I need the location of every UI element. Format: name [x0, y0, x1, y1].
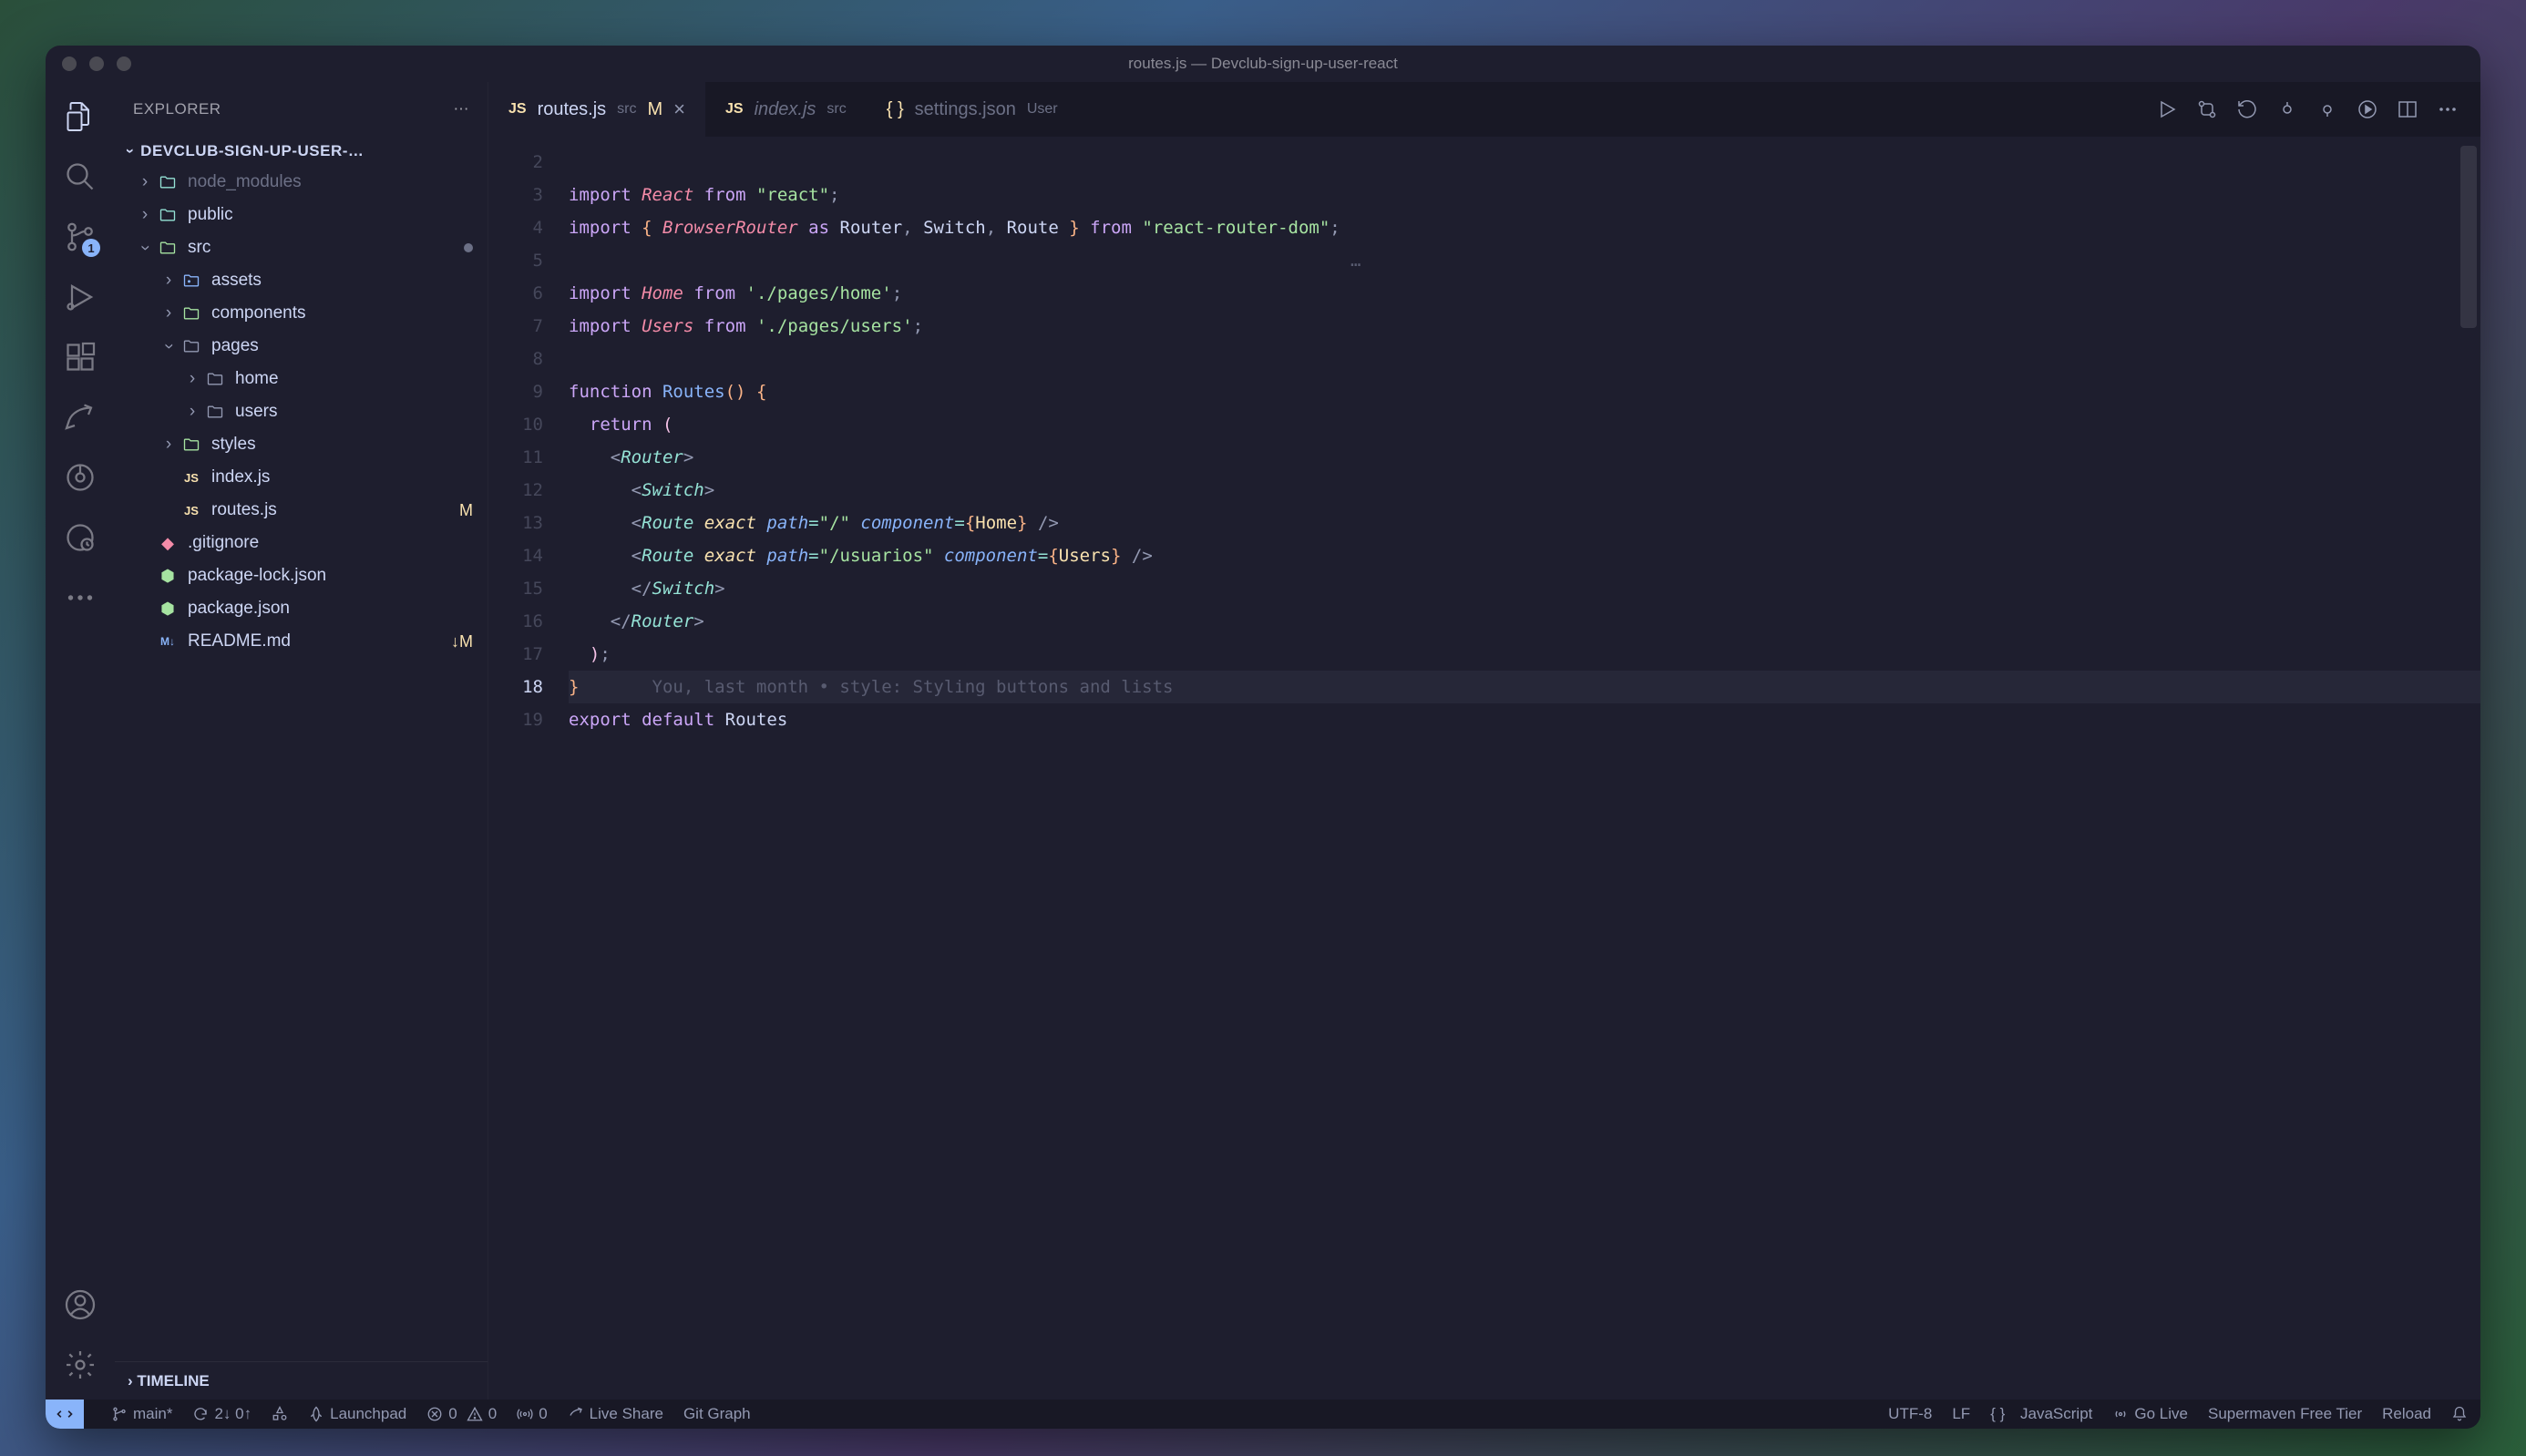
chevron-right-icon: ›: [128, 1372, 133, 1390]
share-tab-icon[interactable]: [64, 401, 97, 434]
vscode-window: routes.js — Devclub-sign-up-user-react 1: [46, 46, 2480, 1429]
scrollbar[interactable]: [2460, 146, 2477, 328]
eol[interactable]: LF: [1952, 1405, 1970, 1423]
status-bar: main* 2↓ 0↑ Launchpad 0 0 0 Live Share: [46, 1400, 2480, 1429]
tree-item[interactable]: ⬢package.json: [115, 592, 488, 625]
tree-item[interactable]: ›public: [115, 199, 488, 231]
window-title: routes.js — Devclub-sign-up-user-react: [1128, 55, 1398, 73]
sidebar-more-icon[interactable]: ⋯: [454, 100, 470, 118]
live-share[interactable]: Live Share: [568, 1405, 663, 1423]
tree-item[interactable]: ›src: [115, 231, 488, 264]
close-window[interactable]: [62, 56, 77, 71]
git-graph[interactable]: Git Graph: [683, 1405, 751, 1423]
editor-area: JSroutes.jssrcM×JSindex.jssrc{ }settings…: [488, 82, 2480, 1400]
editor-actions: [2134, 82, 2480, 137]
more-tab-icon[interactable]: [64, 581, 97, 614]
explorer-tab-icon[interactable]: [64, 100, 97, 133]
errors[interactable]: 0: [426, 1405, 457, 1423]
account-icon[interactable]: [64, 1288, 97, 1321]
warnings[interactable]: 0: [467, 1405, 497, 1423]
timeline-section[interactable]: › TIMELINE: [115, 1361, 488, 1400]
sidebar: EXPLORER ⋯ › DEVCLUB-SIGN-UP-USER-… ›nod…: [115, 82, 488, 1400]
supermaven[interactable]: Supermaven Free Tier: [2208, 1405, 2362, 1423]
close-tab-icon[interactable]: ×: [673, 97, 685, 121]
search-tab-icon[interactable]: [64, 160, 97, 193]
remote-indicator[interactable]: [46, 1400, 84, 1429]
tree-item[interactable]: ›pages: [115, 330, 488, 363]
language-mode[interactable]: { } JavaScript: [1990, 1405, 2092, 1423]
revert-icon[interactable]: [2236, 98, 2258, 120]
sidebar-header: EXPLORER ⋯: [115, 82, 488, 137]
tree-item[interactable]: JSroutes.jsM: [115, 494, 488, 527]
notifications-icon[interactable]: [2451, 1406, 2468, 1422]
code-content[interactable]: import React from "react";import { Brows…: [569, 137, 2480, 1400]
encoding[interactable]: UTF-8: [1888, 1405, 1932, 1423]
settings-icon[interactable]: [64, 1348, 97, 1381]
radio-status[interactable]: 0: [517, 1405, 547, 1423]
tree-item[interactable]: ›styles: [115, 428, 488, 461]
split-editor-icon[interactable]: [2397, 98, 2418, 120]
next-change-icon[interactable]: [2316, 98, 2338, 120]
line-gutter: 2345678910111213141516171819: [488, 137, 569, 1400]
titlebar: routes.js — Devclub-sign-up-user-react: [46, 46, 2480, 82]
traffic-lights: [62, 56, 131, 71]
tree-item[interactable]: M↓README.md↓M: [115, 625, 488, 658]
gitlens-tab-icon[interactable]: [64, 461, 97, 494]
tree-item[interactable]: ›components: [115, 297, 488, 330]
project-section[interactable]: › DEVCLUB-SIGN-UP-USER-…: [115, 137, 488, 166]
tab-bar: JSroutes.jssrcM×JSindex.jssrc{ }settings…: [488, 82, 2480, 137]
color-picker[interactable]: [272, 1406, 288, 1422]
sidebar-title: EXPLORER: [133, 100, 221, 118]
maximize-window[interactable]: [117, 56, 131, 71]
git-sync[interactable]: 2↓ 0↑: [192, 1405, 252, 1423]
prev-change-icon[interactable]: [2276, 98, 2298, 120]
tree-item[interactable]: JSindex.js: [115, 461, 488, 494]
git-branch[interactable]: main*: [111, 1405, 172, 1423]
git-compare-icon[interactable]: [2196, 98, 2218, 120]
code-editor[interactable]: 2345678910111213141516171819 import Reac…: [488, 137, 2480, 1400]
run-debug-tab-icon[interactable]: [64, 281, 97, 313]
editor-tab[interactable]: { }settings.jsonUser: [867, 82, 1078, 137]
tree-item[interactable]: ›node_modules: [115, 166, 488, 199]
editor-tab[interactable]: JSindex.jssrc: [705, 82, 867, 137]
minimize-window[interactable]: [89, 56, 104, 71]
run-debug-icon[interactable]: [2357, 98, 2378, 120]
more-actions-icon[interactable]: [2437, 98, 2459, 120]
file-tree: ›node_modules›public›src›assets›componen…: [115, 166, 488, 1361]
timeline-label: TIMELINE: [137, 1372, 209, 1390]
scm-badge: 1: [82, 239, 100, 257]
timeline-tab-icon[interactable]: [64, 521, 97, 554]
go-live[interactable]: Go Live: [2112, 1405, 2188, 1423]
tree-item[interactable]: ⬢package-lock.json: [115, 559, 488, 592]
extensions-tab-icon[interactable]: [64, 341, 97, 374]
tree-item[interactable]: ›assets: [115, 264, 488, 297]
editor-tab[interactable]: JSroutes.jssrcM×: [488, 82, 705, 137]
tree-item[interactable]: ›users: [115, 395, 488, 428]
activity-bar: 1: [46, 82, 115, 1400]
reload[interactable]: Reload: [2382, 1405, 2431, 1423]
launchpad[interactable]: Launchpad: [308, 1405, 406, 1423]
tree-item[interactable]: ◆.gitignore: [115, 527, 488, 559]
project-name: DEVCLUB-SIGN-UP-USER-…: [140, 142, 364, 160]
chevron-down-icon: ›: [121, 149, 139, 154]
source-control-tab-icon[interactable]: 1: [64, 220, 97, 253]
tree-item[interactable]: ›home: [115, 363, 488, 395]
run-icon[interactable]: [2156, 98, 2178, 120]
